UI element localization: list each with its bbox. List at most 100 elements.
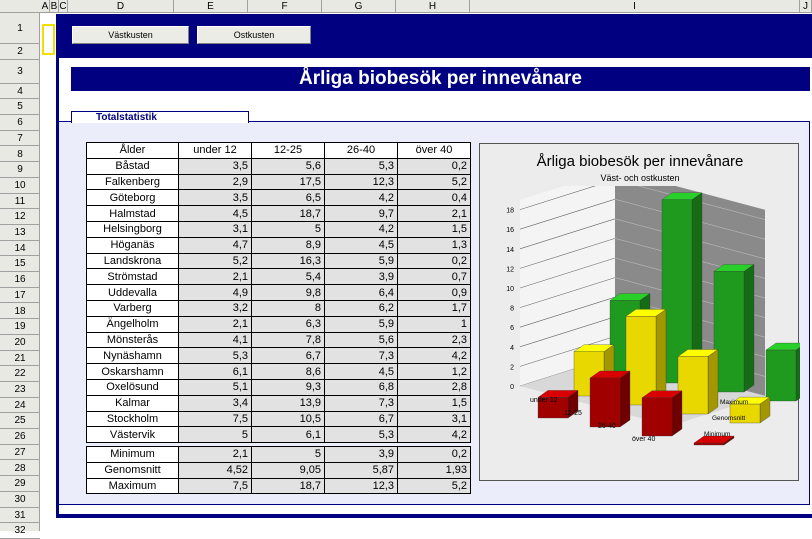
summary-value-cell[interactable]: 2,1 <box>178 446 252 463</box>
value-cell[interactable]: 17,5 <box>251 173 325 191</box>
value-cell[interactable]: 1,2 <box>397 363 471 380</box>
row-header-9[interactable]: 9 <box>0 162 40 178</box>
value-cell[interactable]: 4,2 <box>397 426 471 444</box>
value-cell[interactable]: 0,4 <box>397 189 471 207</box>
row-header-14[interactable]: 14 <box>0 241 40 257</box>
value-cell[interactable]: 0,9 <box>397 284 471 301</box>
row-header-30[interactable]: 30 <box>0 492 40 508</box>
city-cell[interactable]: Mönsterås <box>86 331 179 349</box>
summary-value-cell[interactable]: 9,05 <box>251 461 325 479</box>
row-header-18[interactable]: 18 <box>0 304 40 320</box>
value-cell[interactable]: 5,3 <box>324 426 398 444</box>
city-cell[interactable]: Stockholm <box>86 410 179 428</box>
value-cell[interactable]: 3,9 <box>324 268 398 286</box>
value-cell[interactable]: 6,4 <box>324 284 398 301</box>
value-cell[interactable]: 2,9 <box>178 173 252 191</box>
city-cell[interactable]: Oskarshamn <box>86 363 179 380</box>
value-cell[interactable]: 8,6 <box>251 363 325 380</box>
value-cell[interactable]: 4,7 <box>178 236 252 254</box>
value-cell[interactable]: 6,1 <box>251 426 325 444</box>
value-cell[interactable]: 4,9 <box>178 284 252 301</box>
summary-value-cell[interactable]: 5,2 <box>397 477 471 495</box>
summary-value-cell[interactable]: 3,9 <box>324 446 398 463</box>
row-header-19[interactable]: 19 <box>0 319 40 335</box>
active-cell-cursor[interactable] <box>42 24 55 55</box>
value-cell[interactable]: 2,8 <box>397 378 471 396</box>
value-cell[interactable]: 5,2 <box>178 252 252 270</box>
row-header-25[interactable]: 25 <box>0 413 40 430</box>
city-cell[interactable]: Helsingborg <box>86 220 179 238</box>
column-header-e[interactable]: E <box>174 0 248 13</box>
summary-value-cell[interactable]: 4,52 <box>178 461 252 479</box>
column-header-h[interactable]: H <box>396 0 470 13</box>
value-cell[interactable]: 7,3 <box>324 347 398 365</box>
value-cell[interactable]: 4,1 <box>178 331 252 349</box>
west-coast-button[interactable]: Västkusten <box>72 26 189 44</box>
row-header-27[interactable]: 27 <box>0 445 40 461</box>
city-cell[interactable]: Höganäs <box>86 236 179 254</box>
summary-value-cell[interactable]: 12,3 <box>324 477 398 495</box>
city-cell[interactable]: Oxelösund <box>86 378 179 396</box>
row-header-16[interactable]: 16 <box>0 272 40 288</box>
row-header-7[interactable]: 7 <box>0 131 40 147</box>
summary-label-cell[interactable]: Minimum <box>86 446 179 463</box>
value-cell[interactable]: 9,8 <box>251 284 325 301</box>
row-header-1[interactable]: 1 <box>0 13 40 44</box>
row-header-5[interactable]: 5 <box>0 99 40 116</box>
row-header-2[interactable]: 2 <box>0 44 40 60</box>
value-cell[interactable]: 3,4 <box>178 394 252 412</box>
city-cell[interactable]: Göteborg <box>86 189 179 207</box>
row-header-32[interactable]: 32 <box>0 523 40 539</box>
value-cell[interactable]: 4,2 <box>324 220 398 238</box>
summary-value-cell[interactable]: 5,87 <box>324 461 398 479</box>
value-cell[interactable]: 6,7 <box>324 410 398 428</box>
summary-label-cell[interactable]: Maximum <box>86 477 179 495</box>
row-header-28[interactable]: 28 <box>0 461 40 477</box>
column-header-g[interactable]: G <box>322 0 396 13</box>
value-cell[interactable]: 1,5 <box>397 394 471 412</box>
value-cell[interactable]: 5,1 <box>178 378 252 396</box>
value-cell[interactable]: 5,6 <box>251 157 325 175</box>
value-cell[interactable]: 5 <box>178 426 252 444</box>
value-cell[interactable]: 6,2 <box>324 299 398 317</box>
city-cell[interactable]: Strömstad <box>86 268 179 286</box>
summary-value-cell[interactable]: 18,7 <box>251 477 325 495</box>
summary-value-cell[interactable]: 1,93 <box>397 461 471 479</box>
value-cell[interactable]: 5,6 <box>324 331 398 349</box>
value-cell[interactable]: 5,9 <box>324 252 398 270</box>
row-header-4[interactable]: 4 <box>0 84 40 100</box>
column-header-j[interactable]: J <box>800 0 812 13</box>
row-header-10[interactable]: 10 <box>0 178 40 194</box>
row-header-31[interactable]: 31 <box>0 508 40 524</box>
value-cell[interactable]: 1 <box>397 315 471 333</box>
value-cell[interactable]: 5,3 <box>324 157 398 175</box>
value-cell[interactable]: 12,3 <box>324 173 398 191</box>
value-cell[interactable]: 3,1 <box>397 410 471 428</box>
east-coast-button[interactable]: Ostkusten <box>197 26 311 44</box>
row-header-13[interactable]: 13 <box>0 225 40 241</box>
city-cell[interactable]: Ängelholm <box>86 315 179 333</box>
summary-value-cell[interactable]: 5 <box>251 446 325 463</box>
value-cell[interactable]: 18,7 <box>251 205 325 222</box>
city-cell[interactable]: Nynäshamn <box>86 347 179 365</box>
value-cell[interactable]: 6,7 <box>251 347 325 365</box>
row-header-6[interactable]: 6 <box>0 115 40 131</box>
row-header-11[interactable]: 11 <box>0 194 40 210</box>
value-cell[interactable]: 7,3 <box>324 394 398 412</box>
value-cell[interactable]: 3,5 <box>178 157 252 175</box>
value-cell[interactable]: 6,1 <box>178 363 252 380</box>
value-cell[interactable]: 6,5 <box>251 189 325 207</box>
row-header-23[interactable]: 23 <box>0 382 40 398</box>
value-cell[interactable]: 4,5 <box>324 363 398 380</box>
value-cell[interactable]: 2,1 <box>178 268 252 286</box>
row-header-20[interactable]: 20 <box>0 335 40 351</box>
city-cell[interactable]: Kalmar <box>86 394 179 412</box>
value-cell[interactable]: 10,5 <box>251 410 325 428</box>
summary-label-cell[interactable]: Genomsnitt <box>86 461 179 479</box>
row-header-8[interactable]: 8 <box>0 147 40 163</box>
value-cell[interactable]: 4,5 <box>178 205 252 222</box>
city-cell[interactable]: Varberg <box>86 299 179 317</box>
chart-container[interactable]: Årliga biobesök per innevånare Väst- och… <box>479 143 800 481</box>
value-cell[interactable]: 0,2 <box>397 252 471 270</box>
value-cell[interactable]: 4,5 <box>324 236 398 254</box>
